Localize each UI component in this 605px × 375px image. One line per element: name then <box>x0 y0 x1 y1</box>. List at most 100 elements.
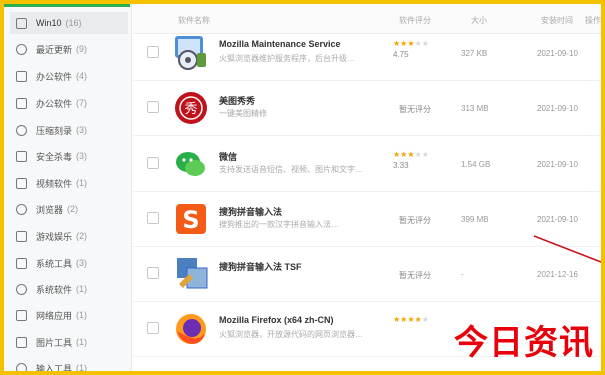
sidebar-item-label: 安全杀毒 <box>36 151 73 162</box>
sidebar-item-count: (1) <box>76 284 88 294</box>
sidebar-item-label: Win10 <box>36 18 62 28</box>
sidebar-item-label: 办公软件 <box>36 98 73 109</box>
sogou-icon: S <box>171 199 211 239</box>
table-row[interactable]: Mozilla Maintenance Service 火狐浏览器维护服务程序，后… <box>133 25 601 81</box>
firefox-icon <box>171 309 211 349</box>
sidebar-item[interactable]: 系统工具 (3) <box>10 252 128 274</box>
mozilla-maintenance-icon <box>171 33 211 73</box>
sidebar-item[interactable]: 办公软件 (7) <box>10 92 128 114</box>
sidebar-item-label: 系统软件 <box>36 284 73 295</box>
sidebar-item-label: 办公软件 <box>36 71 73 82</box>
sidebar-item[interactable]: Win10 (16) <box>10 12 128 34</box>
app-name: 搜狗拼音输入法 TSF <box>219 262 302 272</box>
no-rating-label: 暂无评分 <box>399 216 431 225</box>
sidebar-item-count: (3) <box>76 151 88 161</box>
app-size: 1.54 GB <box>461 160 491 169</box>
install-date: 2021-12-16 <box>537 270 578 279</box>
category-icon <box>16 283 27 295</box>
category-icon <box>16 70 27 82</box>
sidebar-item-count: (16) <box>65 18 82 28</box>
app-description: 一键美图精修 <box>219 109 267 118</box>
sidebar-item[interactable]: 浏览器 (2) <box>10 198 128 220</box>
category-icon <box>16 124 27 136</box>
svg-text:秀: 秀 <box>184 102 197 117</box>
sidebar-item-count: (1) <box>76 337 88 347</box>
sidebar-item-count: (3) <box>76 258 88 268</box>
sidebar-item-label: 游戏娱乐 <box>36 231 73 242</box>
watermark: 今日资讯 <box>454 323 594 363</box>
table-row[interactable]: 微信 支持发送语音短信、视频、图片和文字… ★★★★★ 3.33 1.54 GB 2021… <box>133 136 601 192</box>
star-rating: ★★★★★ <box>393 315 429 324</box>
sidebar-item-label: 输入工具 <box>36 363 73 372</box>
sogou-tsf-icon <box>171 254 211 294</box>
app-description: 火狐浏览器维护服务程序，后台升级… <box>219 54 355 63</box>
rating-score: 4.75 <box>393 50 409 59</box>
install-date: 2021-09-10 <box>537 49 578 58</box>
sidebar-item[interactable]: 办公软件 (4) <box>10 65 128 87</box>
category-icon <box>16 203 27 215</box>
app-name: Mozilla Maintenance Service <box>219 39 341 49</box>
row-checkbox[interactable] <box>147 46 159 58</box>
rating: ★★★★★ <box>393 315 429 326</box>
sidebar-item[interactable]: 网络应用 (1) <box>10 304 128 326</box>
app-size: 399 MB <box>461 215 489 224</box>
sidebar-item-label: 浏览器 <box>36 204 64 215</box>
sidebar-item-count: (7) <box>76 98 88 108</box>
row-checkbox[interactable] <box>147 212 159 224</box>
sidebar-item-label: 网络应用 <box>36 310 73 321</box>
no-rating-label: 暂无评分 <box>399 105 431 114</box>
app-size: 313 MB <box>461 104 489 113</box>
sidebar-item[interactable]: 最近更新 (9) <box>10 38 128 60</box>
sidebar-item-count: (1) <box>76 178 88 188</box>
sidebar-item-label: 视频软件 <box>36 178 73 189</box>
row-checkbox[interactable] <box>147 101 159 113</box>
sidebar-item-label: 压缩刻录 <box>36 125 73 136</box>
sidebar-item[interactable]: 游戏娱乐 (2) <box>10 225 128 247</box>
sidebar-item-count: (9) <box>76 44 88 54</box>
sidebar-item-label: 最近更新 <box>36 44 73 55</box>
table-row[interactable]: 秀 美图秀秀一键美图精修 暂无评分 313 MB 2021-09-10 <box>133 80 601 136</box>
row-checkbox[interactable] <box>147 157 159 169</box>
sidebar-accent-line <box>4 4 130 7</box>
sidebar-item[interactable]: 图片工具 (1) <box>10 331 128 353</box>
category-icon <box>16 97 27 109</box>
category-icon <box>16 336 27 348</box>
sidebar-item-count: (4) <box>76 71 88 81</box>
category-icon <box>16 17 27 29</box>
star-rating: ★★★★★ <box>393 150 429 159</box>
row-checkbox[interactable] <box>147 267 159 279</box>
sidebar-item[interactable]: 安全杀毒 (3) <box>10 145 128 167</box>
sidebar-item[interactable]: 输入工具 (1) <box>10 357 128 371</box>
table-row[interactable]: 搜狗拼音输入法 TSF 暂无评分 - 2021-12-16 <box>133 246 601 302</box>
rating-score: 3.33 <box>393 161 409 170</box>
sidebar-item-count: (1) <box>76 310 88 320</box>
sidebar-item-label: 系统工具 <box>36 258 73 269</box>
sidebar-item[interactable]: 视频软件 (1) <box>10 172 128 194</box>
wechat-icon <box>171 144 211 184</box>
app-description: 支持发送语音短信、视频、图片和文字… <box>219 165 363 174</box>
app-size: 327 KB <box>461 49 488 58</box>
star-rating: ★★★★★ <box>393 39 429 48</box>
sidebar-item-count: (2) <box>76 231 88 241</box>
app-description: 搜狗推出的一款汉字拼音输入法… <box>219 220 339 229</box>
rating: ★★★★★ 3.33 <box>393 150 429 170</box>
install-date: 2021-09-10 <box>537 104 578 113</box>
category-icon <box>16 43 27 55</box>
app-name: 美图秀秀 <box>219 96 256 106</box>
sidebar-item[interactable]: 系统软件 (1) <box>10 278 128 300</box>
sidebar-item[interactable]: 压缩刻录 (3) <box>10 119 128 141</box>
table-row[interactable]: S 搜狗拼音输入法 搜狗推出的一款汉字拼音输入法… 暂无评分 399 MB 2021-09… <box>133 191 601 247</box>
app-window: Win10 (16) 最近更新 (9) 办公软件 (4) 办公软件 (7) 压缩刻录 (3) 安全杀… <box>4 4 601 371</box>
sidebar-item-count: (2) <box>67 204 79 214</box>
category-icon <box>16 150 27 162</box>
sidebar: Win10 (16) 最近更新 (9) 办公软件 (4) 办公软件 (7) 压缩刻录 (3) 安全杀… <box>4 4 132 371</box>
row-checkbox[interactable] <box>147 322 159 334</box>
category-icon <box>16 309 27 321</box>
rating: ★★★★★ 4.75 <box>393 39 429 59</box>
category-icon <box>16 362 27 371</box>
no-rating-label: 暂无评分 <box>399 271 431 280</box>
category-icon <box>16 230 27 242</box>
app-name: Mozilla Firefox (x64 zh-CN) <box>219 315 334 325</box>
install-date: 2021-09-10 <box>537 215 578 224</box>
meitu-icon: 秀 <box>171 88 211 128</box>
